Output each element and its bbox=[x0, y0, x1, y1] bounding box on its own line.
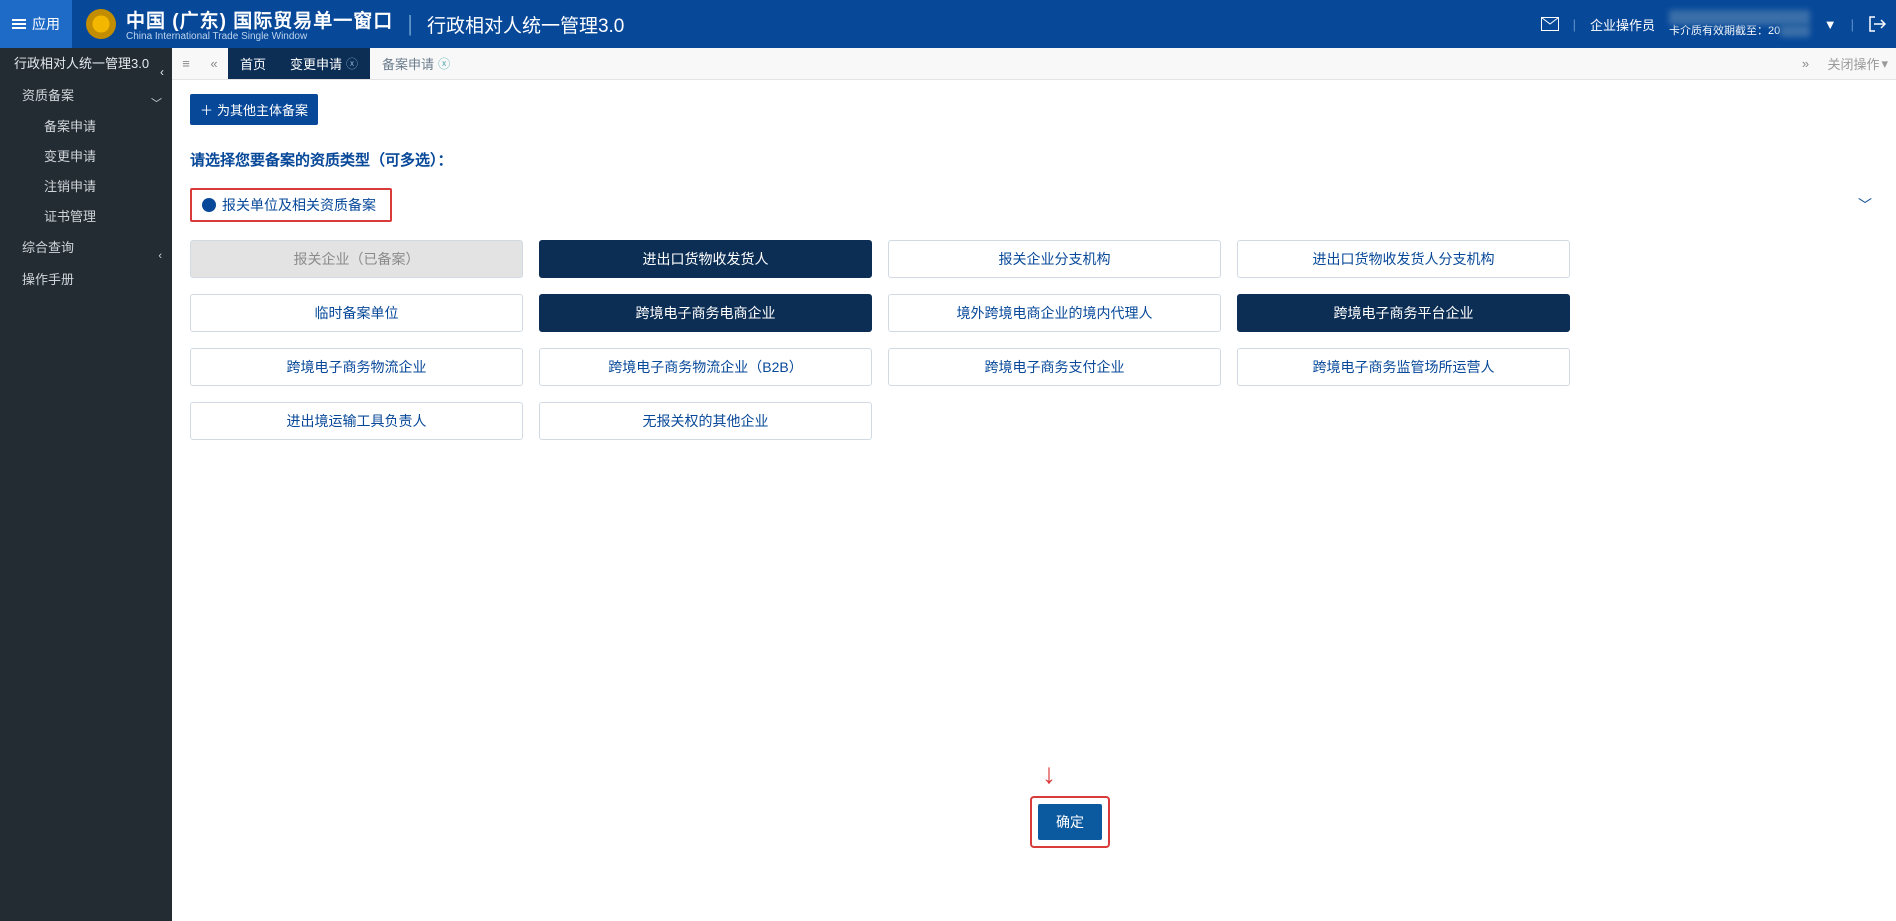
brand-subtitle: China International Trade Single Window bbox=[126, 31, 393, 42]
qualification-option[interactable]: 报关企业分支机构 bbox=[888, 240, 1221, 278]
tabs-scroll-right[interactable]: » bbox=[1791, 48, 1819, 79]
section-title: 请选择您要备案的资质类型（可多选）： bbox=[190, 149, 1878, 170]
qualification-option[interactable]: 跨境电子商务平台企业 bbox=[1237, 294, 1570, 332]
sidebar: 行政相对人统一管理3.0 ‹ 资质备案 ﹀ 备案申请 变更申请 注销申请 证书管… bbox=[0, 48, 172, 921]
chevron-down-icon[interactable]: ﹀ bbox=[1858, 195, 1878, 215]
qualification-option[interactable]: 进出口货物收发货人 bbox=[539, 240, 872, 278]
qualification-option[interactable]: 跨境电子商务物流企业（B2B） bbox=[539, 348, 872, 386]
card-validity-label: 卡介质有效期截至： bbox=[1669, 25, 1768, 37]
module-title: 行政相对人统一管理3.0 bbox=[427, 11, 624, 38]
main: ≡ « 首页 变更申请 ⓧ 备案申请 ⓧ » 关闭操作▾ ＋ 为其他主体备案 请… bbox=[172, 48, 1896, 921]
close-icon[interactable]: ⓧ bbox=[346, 55, 358, 72]
qualification-option[interactable]: 进出境运输工具负责人 bbox=[190, 402, 523, 440]
register-other-entity-button[interactable]: ＋ 为其他主体备案 bbox=[190, 94, 318, 125]
close-operations[interactable]: 关闭操作▾ bbox=[1819, 48, 1896, 79]
sidebar-item-change[interactable]: 变更申请 bbox=[0, 142, 172, 172]
qualification-option: 报关企业（已备案） bbox=[190, 240, 523, 278]
tab-register[interactable]: 备案申请 ⓧ bbox=[370, 48, 462, 79]
logout-icon[interactable] bbox=[1868, 16, 1886, 32]
mail-icon[interactable] bbox=[1541, 17, 1559, 31]
category-customs-qualification[interactable]: 报关单位及相关资质备案 bbox=[190, 188, 392, 222]
tabs-scroll-left[interactable]: « bbox=[200, 48, 228, 79]
card-validity-value: 20 bbox=[1768, 25, 1780, 37]
tab-change[interactable]: 变更申请 ⓧ bbox=[278, 48, 370, 79]
tabs-collapse-icon[interactable]: ≡ bbox=[172, 48, 200, 79]
arrow-down-annotation-icon: ↓ bbox=[1042, 760, 1056, 788]
user-name-masked: xxxxxx bbox=[1669, 10, 1810, 26]
chevron-down-icon: ﹀ bbox=[151, 88, 162, 120]
sidebar-group-query[interactable]: 综合查询 ‹ bbox=[0, 232, 172, 264]
qualification-option[interactable]: 境外跨境电商企业的境内代理人 bbox=[888, 294, 1221, 332]
topbar-right: | 企业操作员 xxxxxx 卡介质有效期截至：20x ▼ | bbox=[1541, 10, 1896, 39]
plus-icon: ＋ bbox=[200, 100, 213, 119]
content: ＋ 为其他主体备案 请选择您要备案的资质类型（可多选）： 报关单位及相关资质备案… bbox=[172, 80, 1896, 921]
hamburger-icon bbox=[12, 19, 26, 29]
qualification-option[interactable]: 跨境电子商务支付企业 bbox=[888, 348, 1221, 386]
sidebar-group-manual[interactable]: 操作手册 bbox=[0, 264, 172, 296]
qualification-option[interactable]: 无报关权的其他企业 bbox=[539, 402, 872, 440]
sidebar-title[interactable]: 行政相对人统一管理3.0 ‹ bbox=[0, 48, 172, 80]
tabbar: ≡ « 首页 变更申请 ⓧ 备案申请 ⓧ » 关闭操作▾ bbox=[172, 48, 1896, 80]
chevron-down-icon: ▾ bbox=[1881, 56, 1888, 72]
qualification-option[interactable]: 跨境电子商务物流企业 bbox=[190, 348, 523, 386]
tab-home[interactable]: 首页 bbox=[228, 48, 278, 79]
customs-logo-icon bbox=[86, 9, 116, 39]
qualification-option[interactable]: 跨境电子商务电商企业 bbox=[539, 294, 872, 332]
role-label: 企业操作员 bbox=[1590, 15, 1655, 34]
confirm-button[interactable]: 确定 bbox=[1038, 804, 1102, 840]
sidebar-item-cert[interactable]: 证书管理 bbox=[0, 202, 172, 232]
sidebar-group-qualification[interactable]: 资质备案 ﹀ bbox=[0, 80, 172, 112]
confirm-highlight: 确定 bbox=[1030, 796, 1110, 848]
brand-title: 中国 (广东) 国际贸易单一窗口 bbox=[126, 11, 393, 32]
qualification-option[interactable]: 进出口货物收发货人分支机构 bbox=[1237, 240, 1570, 278]
dropdown-icon[interactable]: ▼ bbox=[1824, 17, 1837, 32]
sidebar-item-cancel[interactable]: 注销申请 bbox=[0, 172, 172, 202]
starburst-icon bbox=[202, 198, 216, 212]
qualification-option[interactable]: 跨境电子商务监管场所运营人 bbox=[1237, 348, 1570, 386]
qualification-option[interactable]: 临时备案单位 bbox=[190, 294, 523, 332]
app-menu-label: 应用 bbox=[32, 14, 60, 34]
brand: 中国 (广东) 国际贸易单一窗口 China International Tra… bbox=[126, 6, 393, 42]
topbar: 应用 中国 (广东) 国际贸易单一窗口 China International … bbox=[0, 0, 1896, 48]
close-icon[interactable]: ⓧ bbox=[438, 55, 450, 72]
category-row: 报关单位及相关资质备案 ﹀ bbox=[190, 188, 1878, 222]
option-grid: 报关企业（已备案） 进出口货物收发货人报关企业分支机构进出口货物收发货人分支机构临… bbox=[190, 240, 1570, 440]
app-menu-button[interactable]: 应用 bbox=[0, 0, 72, 48]
divider-icon: | bbox=[407, 11, 413, 37]
sidebar-item-register[interactable]: 备案申请 bbox=[0, 112, 172, 142]
